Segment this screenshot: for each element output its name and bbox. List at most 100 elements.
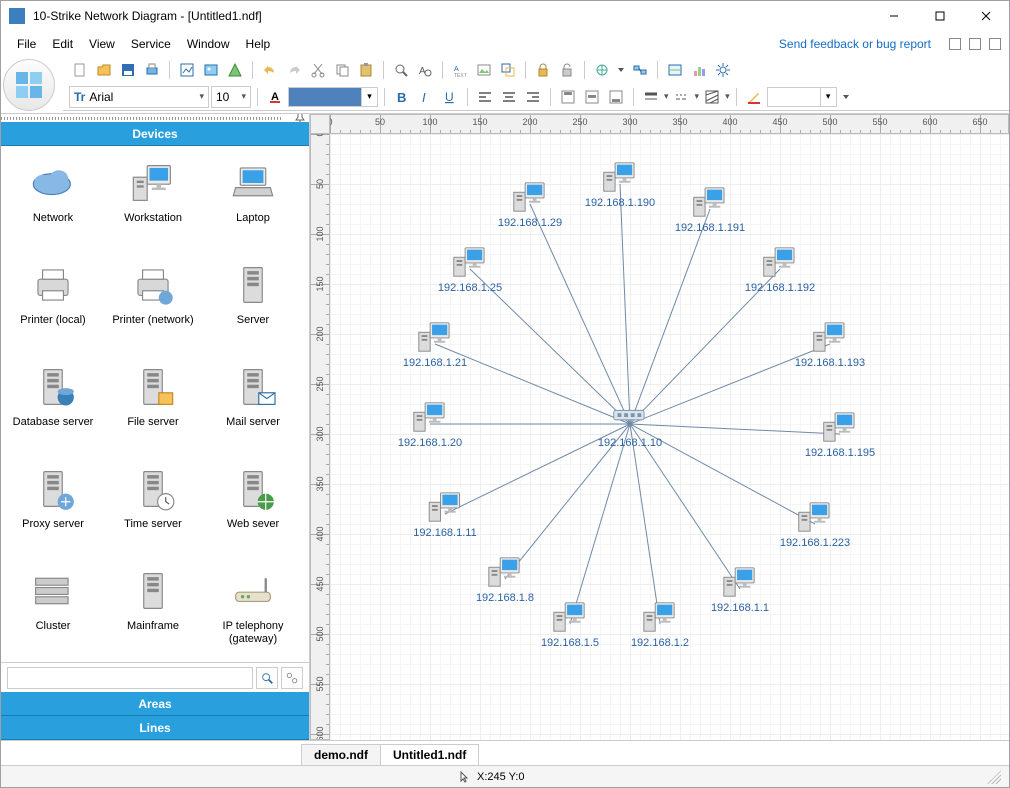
device-item-file-server[interactable]: File server: [103, 356, 203, 454]
diagram-node[interactable]: 192.168.1.11: [413, 489, 476, 539]
device-item-mail-server[interactable]: Mail server: [203, 356, 303, 454]
lock-icon[interactable]: [532, 59, 554, 81]
device-item-db-server[interactable]: Database server: [3, 356, 103, 454]
menu-edit[interactable]: Edit: [44, 34, 81, 54]
fill-color-combo[interactable]: ▾: [288, 87, 378, 107]
mdi-restore-button[interactable]: [969, 38, 981, 50]
toolbar-options-icon[interactable]: [839, 86, 853, 108]
diagram-node[interactable]: 192.168.1.191: [675, 184, 745, 234]
menu-service[interactable]: Service: [123, 34, 179, 54]
settings-icon[interactable]: [712, 59, 734, 81]
chart-icon[interactable]: [688, 59, 710, 81]
find-text-icon[interactable]: A: [414, 59, 436, 81]
areas-panel-header[interactable]: Areas: [1, 692, 309, 716]
lines-panel-header[interactable]: Lines: [1, 716, 309, 740]
italic-icon[interactable]: I: [415, 86, 437, 108]
diagram-node[interactable]: 192.168.1.8: [476, 554, 534, 604]
valign-top-icon[interactable]: [557, 86, 579, 108]
group-icon[interactable]: [497, 59, 519, 81]
diagram-node[interactable]: 192.168.1.190: [585, 159, 655, 209]
save-icon[interactable]: [117, 59, 139, 81]
menu-file[interactable]: File: [9, 34, 44, 54]
align-left-icon[interactable]: [474, 86, 496, 108]
diagram-node[interactable]: 192.168.1.21: [403, 319, 467, 369]
document-tab[interactable]: demo.ndf: [301, 744, 381, 765]
new-file-icon[interactable]: [69, 59, 91, 81]
font-color-icon[interactable]: A: [264, 86, 286, 108]
device-item-cluster[interactable]: Cluster: [3, 560, 103, 658]
device-item-cloud[interactable]: Network: [3, 152, 103, 250]
text-tool-icon[interactable]: ATEXT: [449, 59, 471, 81]
feedback-link[interactable]: Send feedback or bug report: [779, 37, 931, 51]
scan-arrow-icon[interactable]: [615, 59, 627, 81]
print-icon[interactable]: [141, 59, 163, 81]
undo-icon[interactable]: [259, 59, 281, 81]
copy-icon[interactable]: [331, 59, 353, 81]
device-item-proxy-server[interactable]: Proxy server: [3, 458, 103, 556]
device-item-time-server[interactable]: Time server: [103, 458, 203, 556]
diagram-node[interactable]: 192.168.1.193: [795, 319, 865, 369]
device-item-server[interactable]: Server: [203, 254, 303, 352]
device-item-workstation[interactable]: Workstation: [103, 152, 203, 250]
diagram-canvas[interactable]: 192.168.1.10 192.168.1.190 192.168.1.29 192…: [330, 134, 1009, 740]
window-close-button[interactable]: [963, 1, 1009, 31]
device-search-input[interactable]: [7, 667, 253, 689]
devices-panel-header[interactable]: Devices: [1, 122, 309, 146]
device-item-printer[interactable]: Printer (local): [3, 254, 103, 352]
mdi-close-button[interactable]: [989, 38, 1001, 50]
menu-window[interactable]: Window: [179, 34, 238, 54]
insert-image-icon[interactable]: [473, 59, 495, 81]
bold-icon[interactable]: B: [391, 86, 413, 108]
line-style-icon[interactable]: [640, 86, 662, 108]
valign-bottom-icon[interactable]: [605, 86, 627, 108]
diagram-node[interactable]: 192.168.1.5: [541, 599, 599, 649]
align-right-icon[interactable]: [522, 86, 544, 108]
font-family-combo[interactable]: Tr Arial ▾: [69, 86, 209, 108]
open-file-icon[interactable]: [93, 59, 115, 81]
device-settings-button[interactable]: [281, 667, 303, 689]
device-item-printer-net[interactable]: Printer (network): [103, 254, 203, 352]
diagram-node[interactable]: 192.168.1.195: [805, 409, 875, 459]
line-dash-icon[interactable]: [671, 86, 693, 108]
mdi-minimize-button[interactable]: [949, 38, 961, 50]
diagram-node[interactable]: 192.168.1.20: [398, 399, 462, 449]
image-icon[interactable]: [200, 59, 222, 81]
shape-icon[interactable]: [224, 59, 246, 81]
device-item-mainframe[interactable]: Mainframe: [103, 560, 203, 658]
window-minimize-button[interactable]: [871, 1, 917, 31]
diagram-node[interactable]: 192.168.1.29: [498, 179, 562, 229]
find-icon[interactable]: [390, 59, 412, 81]
diagram-node[interactable]: 192.168.1.192: [745, 244, 815, 294]
device-search-button[interactable]: [256, 667, 278, 689]
scan-icon[interactable]: [591, 59, 613, 81]
resize-grip[interactable]: [987, 770, 1001, 784]
export-image-icon[interactable]: [176, 59, 198, 81]
diagram-node[interactable]: 192.168.1.2: [631, 599, 689, 649]
font-size-combo[interactable]: 10 ▾: [211, 86, 251, 108]
align-center-icon[interactable]: [498, 86, 520, 108]
line-color-combo[interactable]: ▾: [767, 87, 837, 107]
map-icon[interactable]: [664, 59, 686, 81]
diagram-node[interactable]: 192.168.1.1: [711, 564, 769, 614]
redo-icon[interactable]: [283, 59, 305, 81]
valign-middle-icon[interactable]: [581, 86, 603, 108]
device-item-ip-gateway[interactable]: IP telephony (gateway): [203, 560, 303, 658]
document-tab[interactable]: Untitled1.ndf: [380, 744, 479, 765]
menu-view[interactable]: View: [81, 34, 123, 54]
line-color-icon[interactable]: [743, 86, 765, 108]
window-maximize-button[interactable]: [917, 1, 963, 31]
paste-icon[interactable]: [355, 59, 377, 81]
unlock-icon[interactable]: [556, 59, 578, 81]
device-item-laptop[interactable]: Laptop: [203, 152, 303, 250]
device-item-web-server[interactable]: Web sever: [203, 458, 303, 556]
cut-icon[interactable]: [307, 59, 329, 81]
devices-grid[interactable]: NetworkWorkstationLaptopPrinter (local)P…: [1, 146, 309, 662]
underline-icon[interactable]: U: [439, 86, 461, 108]
panel-drag-handle[interactable]: [1, 114, 309, 122]
diagram-node-hub[interactable]: 192.168.1.10: [598, 399, 662, 449]
menu-help[interactable]: Help: [238, 34, 279, 54]
diagram-node[interactable]: 192.168.1.25: [438, 244, 502, 294]
connect-icon[interactable]: [629, 59, 651, 81]
diagram-node[interactable]: 192.168.1.223: [780, 499, 850, 549]
fill-pattern-icon[interactable]: [701, 86, 723, 108]
